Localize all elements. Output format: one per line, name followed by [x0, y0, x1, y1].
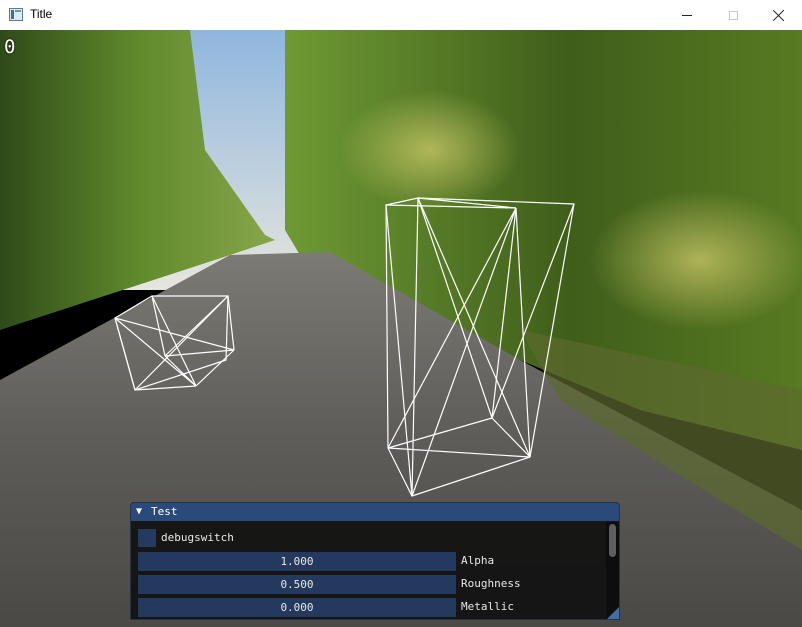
roughness-label: Roughness: [461, 577, 521, 590]
maximize-button[interactable]: [710, 0, 756, 30]
sunlit-foliage: [590, 190, 802, 330]
app-icon: [9, 8, 23, 21]
alpha-slider[interactable]: 1.000: [138, 552, 456, 571]
metallic-label: Metallic: [461, 600, 514, 613]
maximize-icon: [728, 10, 738, 20]
sunlit-foliage: [340, 90, 520, 210]
imgui-scroll-thumb[interactable]: [609, 524, 616, 557]
close-button[interactable]: [756, 0, 802, 30]
metallic-slider[interactable]: 0.000: [138, 598, 456, 617]
title-bar[interactable]: Title: [0, 0, 802, 31]
imgui-test-panel[interactable]: ▼ Test debugswitch 1.000 Alpha 0.500 Rou…: [130, 502, 620, 620]
collapse-arrow-icon[interactable]: ▼: [136, 506, 142, 517]
roughness-slider[interactable]: 0.500: [138, 575, 456, 594]
imgui-panel-title: Test: [151, 505, 178, 518]
app-window: Title 0 ▼ Test debugswitch 1.000 Alpha 0…: [0, 0, 802, 627]
render-viewport[interactable]: 0 ▼ Test debugswitch 1.000 Alpha 0.500 R…: [0, 30, 802, 627]
imgui-title-bar[interactable]: ▼ Test: [131, 503, 619, 521]
imgui-scrollbar[interactable]: [606, 522, 619, 619]
debugswitch-checkbox[interactable]: [138, 529, 156, 547]
close-icon: [773, 9, 785, 21]
frame-counter: 0: [4, 36, 16, 58]
alpha-label: Alpha: [461, 554, 495, 567]
debugswitch-label: debugswitch: [161, 531, 234, 544]
window-title: Title: [30, 7, 53, 21]
minimize-button[interactable]: [664, 0, 710, 30]
minimize-icon: [682, 14, 692, 16]
imgui-resize-grip[interactable]: [607, 607, 619, 619]
